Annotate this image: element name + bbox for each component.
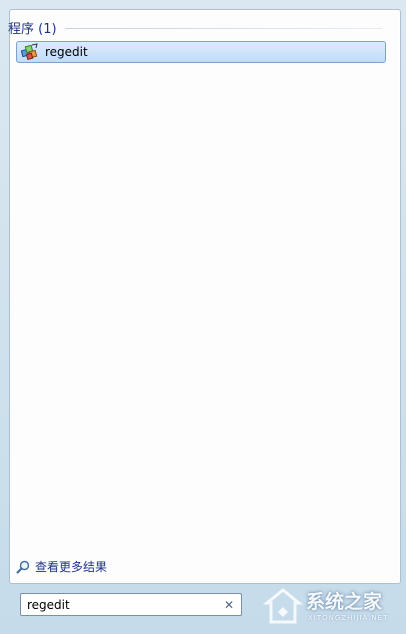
watermark: 系统之家 XITONGZHIJIA.NET [262,582,402,632]
watermark-text: 系统之家 [306,591,383,613]
search-results-panel [9,9,401,584]
watermark-subtext: XITONGZHIJIA.NET [308,614,389,622]
watermark-logo-icon [262,586,304,628]
start-menu: 程序 (1) regedit 查看更多结果 ✕ [0,0,406,634]
result-item-label: regedit [45,45,88,59]
result-item-regedit[interactable]: regedit [16,41,386,63]
close-icon[interactable]: ✕ [224,597,234,613]
see-more-results-link[interactable]: 查看更多结果 [16,557,107,575]
search-icon [16,559,30,574]
section-divider [64,27,382,29]
search-box[interactable]: ✕ [20,593,242,616]
search-input[interactable] [21,594,223,615]
section-title: 程序 (1) [8,21,57,37]
section-header-programs: 程序 (1) [8,17,382,37]
see-more-label: 查看更多结果 [35,559,108,574]
regedit-icon [20,43,39,61]
